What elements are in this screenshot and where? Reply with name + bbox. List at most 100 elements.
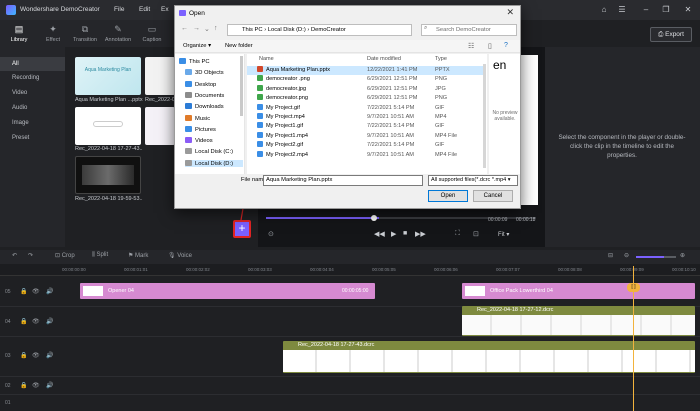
zoom-in-icon[interactable]: ⊕	[680, 252, 685, 259]
tree-item[interactable]: Videos	[185, 137, 213, 144]
media-thumb-rec[interactable]	[145, 107, 175, 145]
clip-opener[interactable]: Opener 04 00:00:05:00	[80, 283, 375, 299]
redo-icon[interactable]: ↷	[28, 252, 33, 259]
address-bar[interactable]: This PC › Local Disk (D:) › DemoCreator	[227, 24, 412, 36]
tree-item[interactable]: Documents	[185, 91, 224, 99]
player-scrubber[interactable]	[371, 215, 377, 221]
file-row[interactable]: democreator.png 6/29/2021 12:51 PM PNG	[247, 94, 483, 103]
file-name-input[interactable]: Aqua Marketing Plan.pptx	[263, 175, 423, 186]
dialog-close-icon[interactable]: ✕	[506, 7, 514, 18]
next-frame-icon[interactable]: ▶▶	[415, 230, 426, 238]
nav-recording[interactable]: Recording	[0, 71, 65, 85]
zoom-slider[interactable]	[636, 256, 676, 258]
help-icon[interactable]: ?	[504, 42, 508, 49]
volume-icon[interactable]: 🔊	[46, 318, 53, 325]
zoom-out-icon[interactable]: ⊖	[624, 252, 629, 259]
preview-pane-icon[interactable]: ▯	[488, 42, 492, 50]
tree-item[interactable]: Desktop	[185, 80, 216, 88]
visibility-icon[interactable]: 👁	[32, 318, 40, 325]
tab-annotation[interactable]: ✎ Annotation	[103, 23, 133, 43]
file-row[interactable]: My Project1.gif 7/22/2021 5:14 PM GIF	[247, 122, 483, 131]
lock-icon[interactable]: 🔒	[20, 318, 27, 325]
media-thumb-rec[interactable]	[75, 107, 141, 145]
lock-icon[interactable]: 🔒	[20, 352, 27, 359]
fit-timeline-icon[interactable]: ⊟	[608, 252, 613, 259]
column-type[interactable]: Type	[435, 56, 447, 62]
tab-transition[interactable]: ⧉ Transition	[70, 23, 100, 43]
nav-preset[interactable]: Preset	[0, 131, 65, 145]
organize-button[interactable]: Organize ▾	[183, 43, 211, 49]
play-icon[interactable]: ▶	[391, 230, 396, 238]
file-row[interactable]: My Project.mp4 9/7/2021 10:51 AM MP4	[247, 113, 483, 122]
file-row[interactable]: My Project2.gif 7/22/2021 5:14 PM GIF	[247, 141, 483, 150]
menu-file[interactable]: File	[114, 6, 124, 13]
tab-library[interactable]: ▤ Library	[4, 23, 34, 43]
visibility-icon[interactable]: 👁	[32, 288, 40, 295]
dialog-search-input[interactable]: Search DemoCreator	[421, 24, 517, 36]
file-row[interactable]: My Project2.mp4 9/7/2021 10:51 AM MP4 File	[247, 150, 483, 160]
tree-item[interactable]: Pictures	[185, 125, 216, 133]
nav-all[interactable]: All	[0, 57, 65, 71]
prev-frame-icon[interactable]: ◀◀	[374, 230, 385, 238]
menu-export[interactable]: Ex	[161, 6, 169, 13]
stop-icon[interactable]: ■	[403, 230, 407, 237]
up-icon[interactable]: ↑	[214, 25, 218, 32]
fullscreen-icon[interactable]: ⛶	[455, 230, 460, 238]
volume-icon[interactable]: 🔊	[46, 382, 53, 389]
visibility-icon[interactable]: 👁	[32, 352, 40, 359]
mark-button[interactable]: ⚑ Mark	[128, 252, 148, 259]
tree-item[interactable]: Downloads	[185, 103, 224, 110]
tree-item[interactable]: 3D Objects	[185, 69, 224, 76]
media-thumb-rec[interactable]	[75, 156, 141, 194]
back-icon[interactable]: ←	[181, 25, 188, 32]
open-button[interactable]: Open	[428, 190, 468, 202]
menu-icon[interactable]: ⌂	[598, 4, 610, 16]
column-date[interactable]: Date modified	[367, 56, 401, 62]
tree-scrollbar[interactable]	[240, 56, 243, 116]
breadcrumb-local-disk[interactable]: Local Disk (D:)	[268, 27, 306, 33]
account-icon[interactable]: ☰	[616, 4, 628, 16]
split-button[interactable]: ⫼ Split	[92, 252, 108, 259]
view-options-icon[interactable]: ☷	[468, 42, 474, 50]
close-icon[interactable]: ✕	[682, 4, 694, 16]
clip-office-lowerthird[interactable]: Office Pack Lowerthird 04	[462, 283, 695, 299]
media-thumb-rec[interactable]	[145, 57, 175, 95]
file-type-select[interactable]: All supported files(*.dcrc *.mp4 ▾	[428, 175, 518, 186]
breadcrumb-democreator[interactable]: DemoCreator	[311, 27, 346, 33]
breadcrumb-this-pc[interactable]: This PC	[242, 27, 263, 33]
crop-button[interactable]: ⊡ Crop	[55, 252, 75, 259]
tree-item[interactable]: Local Disk (D:)	[185, 159, 243, 167]
nav-video[interactable]: Video	[0, 86, 65, 100]
tree-item[interactable]: This PC	[179, 58, 210, 65]
undo-icon[interactable]: ↶	[12, 252, 17, 259]
recent-icon[interactable]: ⌄	[204, 25, 210, 33]
file-list-scrollbar[interactable]	[483, 64, 486, 168]
crop-preview-icon[interactable]: ⊡	[473, 230, 479, 238]
volume-icon[interactable]: 🔊	[46, 288, 53, 295]
nav-image[interactable]: Image	[0, 116, 65, 130]
file-row[interactable]: democreator.jpg 6/29/2021 12:51 PM JPG	[247, 84, 483, 94]
volume-icon[interactable]: 🔊	[46, 352, 53, 359]
file-row[interactable]: democreator .png 6/29/2021 12:51 PM PNG	[247, 75, 483, 84]
import-media-button[interactable]: +	[233, 220, 251, 238]
file-row[interactable]: Aqua Marketing Plan.pptx 12/22/2021 1:41 …	[247, 66, 483, 75]
export-button[interactable]: ⎙ Export	[650, 27, 692, 42]
lock-icon[interactable]: 🔒	[20, 288, 27, 295]
file-row[interactable]: My Project1.mp4 9/7/2021 10:51 AM MP4 File	[247, 131, 483, 141]
nav-audio[interactable]: Audio	[0, 101, 65, 115]
clip-rec-top[interactable]: Rec_2022-04-18 17-27-12.dcrc	[462, 306, 695, 336]
cancel-button[interactable]: Cancel	[473, 190, 513, 202]
column-name[interactable]: Name	[259, 56, 274, 62]
new-folder-button[interactable]: New folder	[225, 43, 253, 49]
tab-effect[interactable]: ✦ Effect	[38, 23, 68, 43]
timeline-ruler[interactable]: 00:00:00:00 00:00:01:01 00:00:02:02 00:0…	[0, 264, 700, 276]
lock-icon[interactable]: 🔒	[20, 382, 27, 389]
visibility-icon[interactable]: 👁	[32, 382, 40, 389]
tab-caption[interactable]: ▭ Caption	[137, 23, 167, 43]
tree-item[interactable]: Local Disk (C:)	[185, 148, 233, 155]
menu-edit[interactable]: Edit	[139, 6, 150, 13]
forward-icon[interactable]: →	[193, 25, 200, 32]
media-thumb-pptx[interactable]: Aqua Marketing Plan	[75, 57, 141, 95]
voice-button[interactable]: 🎙 Voice	[168, 252, 192, 259]
tree-item[interactable]: Music	[185, 114, 210, 122]
